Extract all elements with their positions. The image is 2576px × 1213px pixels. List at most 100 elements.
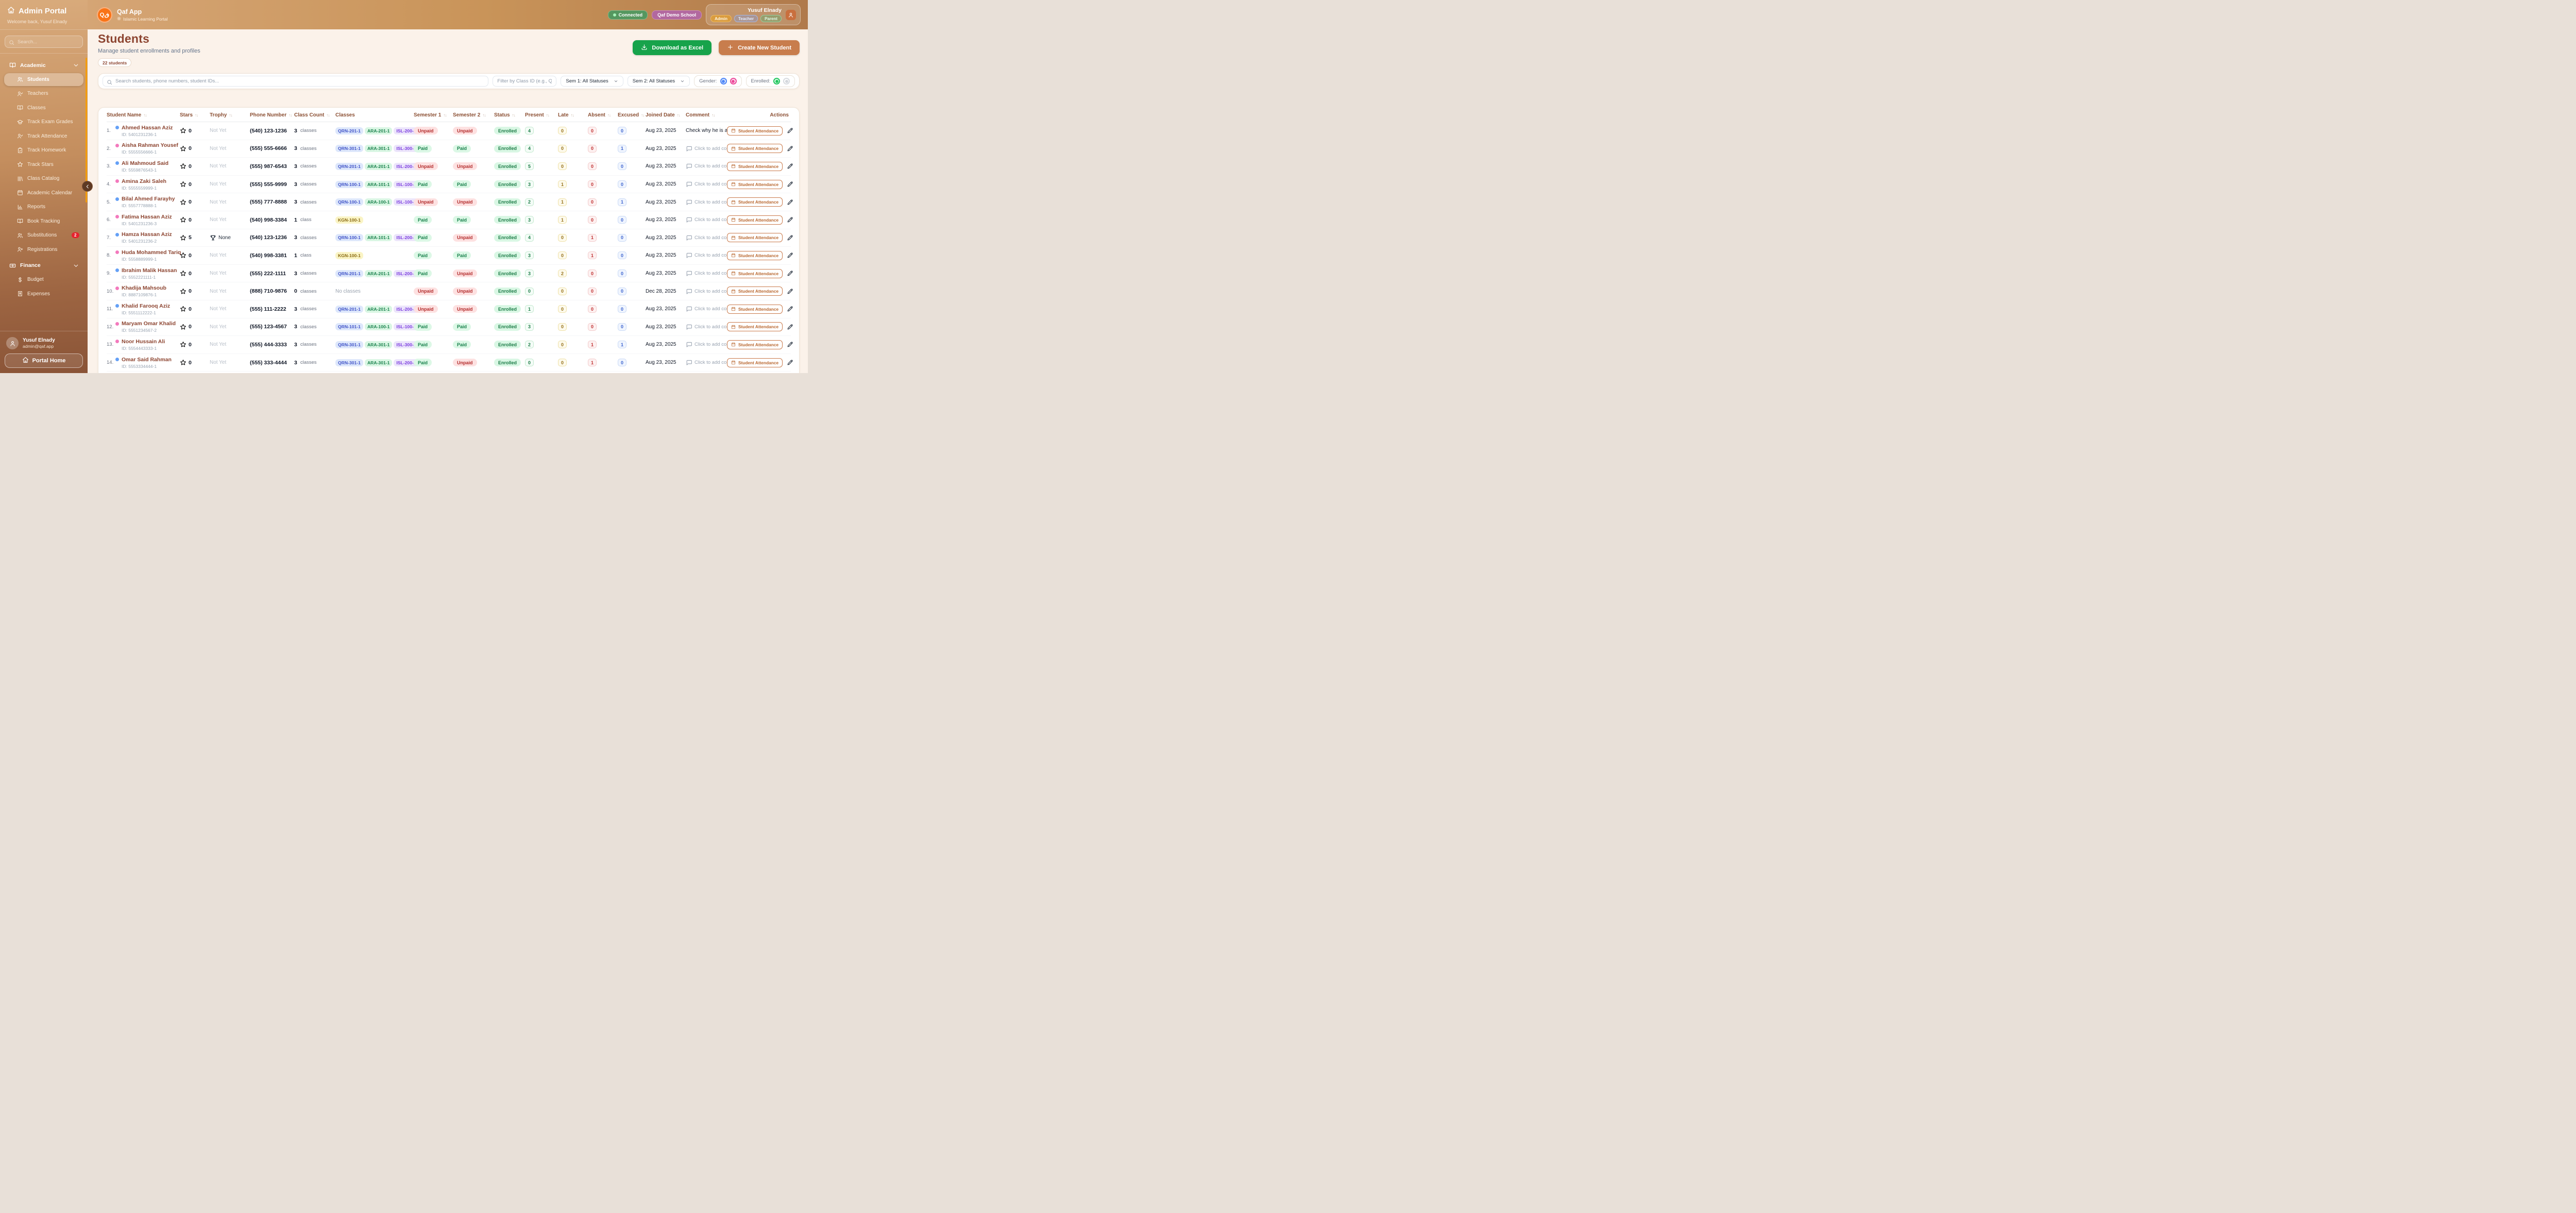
header-user-card[interactable]: Yusuf Elnady AdminTeacherParent — [706, 4, 801, 25]
role-pill-parent[interactable]: Parent — [760, 15, 782, 22]
sidebar-item-class-catalog[interactable]: Class Catalog — [4, 172, 83, 185]
class-badge[interactable]: KGN-100-1 — [335, 252, 363, 259]
semester2-status-select[interactable]: Sem 2: All Statuses — [628, 76, 690, 87]
student-name-link[interactable]: Huda Mohammed Tariq — [122, 249, 181, 256]
sidebar-item-book-tracking[interactable]: Book Tracking — [4, 215, 83, 228]
student-name-link[interactable]: Amina Zaki Saleh — [122, 178, 166, 184]
column-header-comment[interactable]: Comment↑↓ — [686, 112, 727, 118]
class-badge[interactable]: ARA-101-1 — [365, 181, 392, 188]
sort-icon[interactable]: ↑↓ — [482, 113, 485, 117]
sidebar-search-input[interactable] — [5, 36, 83, 48]
sort-icon[interactable]: ↑↓ — [229, 113, 232, 117]
class-badge[interactable]: ARA-201-1 — [365, 306, 392, 313]
edit-student-button[interactable] — [787, 270, 793, 277]
comment-cell[interactable]: Click to add comment — [686, 306, 727, 312]
edit-student-button[interactable] — [787, 341, 793, 348]
student-name-link[interactable]: Hamza Hassan Aziz — [122, 231, 172, 238]
sort-icon[interactable]: ↑↓ — [195, 113, 198, 117]
comment-cell[interactable]: Click to add comment — [686, 216, 727, 223]
edit-student-button[interactable] — [787, 163, 793, 170]
edit-student-button[interactable] — [787, 234, 793, 241]
comment-cell[interactable]: Click to add comment — [686, 163, 727, 170]
column-header-present[interactable]: Present↑↓ — [525, 112, 558, 118]
sort-icon[interactable]: ↑↓ — [677, 113, 680, 117]
class-badge[interactable]: ARA-101-1 — [365, 234, 392, 241]
class-badge[interactable]: ARA-100-1 — [365, 198, 392, 206]
comment-cell[interactable]: Click to add comment — [686, 288, 727, 295]
sidebar-section-finance[interactable]: Finance — [4, 259, 83, 272]
comment-cell[interactable]: Click to add comment — [686, 270, 727, 277]
student-name-link[interactable]: Fatima Hassan Aziz — [122, 214, 172, 220]
sun-icon[interactable] — [117, 16, 121, 22]
comment-cell[interactable]: Click to add comment — [686, 181, 727, 188]
sidebar-item-substitutions[interactable]: Substitutions2 — [4, 229, 83, 242]
class-badge[interactable]: QRN-100-1 — [335, 198, 363, 206]
student-name-link[interactable]: Aisha Rahman Yousef — [122, 142, 178, 148]
sort-icon[interactable]: ↑↓ — [512, 113, 515, 117]
student-name-link[interactable]: Ibrahim Malik Hassan — [122, 267, 177, 274]
sidebar-item-students[interactable]: Students — [4, 73, 83, 86]
student-name-link[interactable]: Maryam Omar Khalid — [122, 321, 176, 327]
sidebar-item-reports[interactable]: Reports — [4, 200, 83, 213]
sidebar-item-teachers[interactable]: Teachers — [4, 87, 83, 100]
comment-cell[interactable]: Click to add comment — [686, 199, 727, 206]
comment-cell[interactable]: Click to add comment — [686, 341, 727, 348]
student-name-link[interactable]: Noor Hussain Ali — [122, 339, 165, 345]
class-badge[interactable]: ARA-301-1 — [365, 359, 392, 366]
column-header-absent[interactable]: Absent↑↓ — [588, 112, 618, 118]
comment-cell[interactable]: Click to add comment — [686, 145, 727, 152]
edit-student-button[interactable] — [787, 181, 793, 188]
class-badge[interactable]: QRN-201-1 — [335, 163, 363, 170]
class-badge[interactable]: ARA-301-1 — [365, 341, 392, 348]
user-avatar-icon[interactable] — [786, 10, 796, 20]
student-attendance-button[interactable]: Student Attendance — [727, 215, 783, 225]
comment-cell[interactable]: Check why he is ab — [686, 128, 727, 133]
comment-cell[interactable]: Click to add comment — [686, 252, 727, 259]
students-search-input[interactable] — [103, 76, 488, 87]
comment-cell[interactable]: Click to add comment — [686, 234, 727, 241]
column-header-semester-2[interactable]: Semester 2↑↓ — [453, 112, 494, 118]
sidebar-item-registrations[interactable]: Registrations — [4, 243, 83, 256]
sidebar-item-budget[interactable]: Budget — [4, 273, 83, 286]
edit-student-button[interactable] — [787, 288, 793, 295]
class-badge[interactable]: QRN-201-1 — [335, 306, 363, 313]
sort-icon[interactable]: ↑↓ — [546, 113, 549, 117]
student-attendance-button[interactable]: Student Attendance — [727, 180, 783, 189]
student-name-link[interactable]: Ali Mahmoud Said — [122, 160, 168, 166]
column-header-semester-1[interactable]: Semester 1↑↓ — [414, 112, 453, 118]
student-attendance-button[interactable]: Student Attendance — [727, 358, 783, 367]
semester1-status-select[interactable]: Sem 1: All Statuses — [561, 76, 623, 87]
student-attendance-button[interactable]: Student Attendance — [727, 287, 783, 296]
class-badge[interactable]: ARA-301-1 — [365, 145, 392, 152]
class-badge[interactable]: QRN-100-1 — [335, 234, 363, 241]
column-header-status[interactable]: Status↑↓ — [494, 112, 525, 118]
column-header-stars[interactable]: Stars↑↓ — [180, 112, 210, 118]
edit-student-button[interactable] — [787, 359, 793, 366]
student-attendance-button[interactable]: Student Attendance — [727, 126, 783, 136]
student-name-link[interactable]: Omar Said Rahman — [122, 357, 172, 363]
sort-icon[interactable]: ↑↓ — [326, 113, 329, 117]
class-badge[interactable]: QRN-301-1 — [335, 145, 363, 152]
student-name-link[interactable]: Ahmed Hassan Aziz — [122, 125, 173, 131]
sort-icon[interactable]: ↑↓ — [443, 113, 446, 117]
class-badge[interactable]: QRN-100-1 — [335, 181, 363, 188]
comment-cell[interactable]: Click to add comment — [686, 359, 727, 366]
column-header-phone-number[interactable]: Phone Number↑↓ — [250, 112, 294, 118]
edit-student-button[interactable] — [787, 324, 793, 330]
class-badge[interactable]: QRN-301-1 — [335, 359, 363, 366]
sidebar-item-track-stars[interactable]: Track Stars — [4, 158, 83, 171]
class-badge[interactable]: KGN-100-1 — [335, 216, 363, 224]
column-header-excused[interactable]: Excused↑↓ — [618, 112, 646, 118]
edit-student-button[interactable] — [787, 127, 793, 134]
class-badge[interactable]: ARA-201-1 — [365, 163, 392, 170]
sort-icon[interactable]: ↑↓ — [571, 113, 574, 117]
class-badge[interactable]: ARA-201-1 — [365, 127, 392, 134]
edit-student-button[interactable] — [787, 145, 793, 152]
sort-icon[interactable]: ↑↓ — [143, 113, 146, 117]
class-badge[interactable]: QRN-101-1 — [335, 323, 363, 330]
student-attendance-button[interactable]: Student Attendance — [727, 322, 783, 331]
student-attendance-button[interactable]: Student Attendance — [727, 251, 783, 260]
class-badge[interactable]: QRN-301-1 — [335, 341, 363, 348]
portal-home-button[interactable]: Portal Home — [5, 353, 83, 368]
edit-student-button[interactable] — [787, 199, 793, 206]
